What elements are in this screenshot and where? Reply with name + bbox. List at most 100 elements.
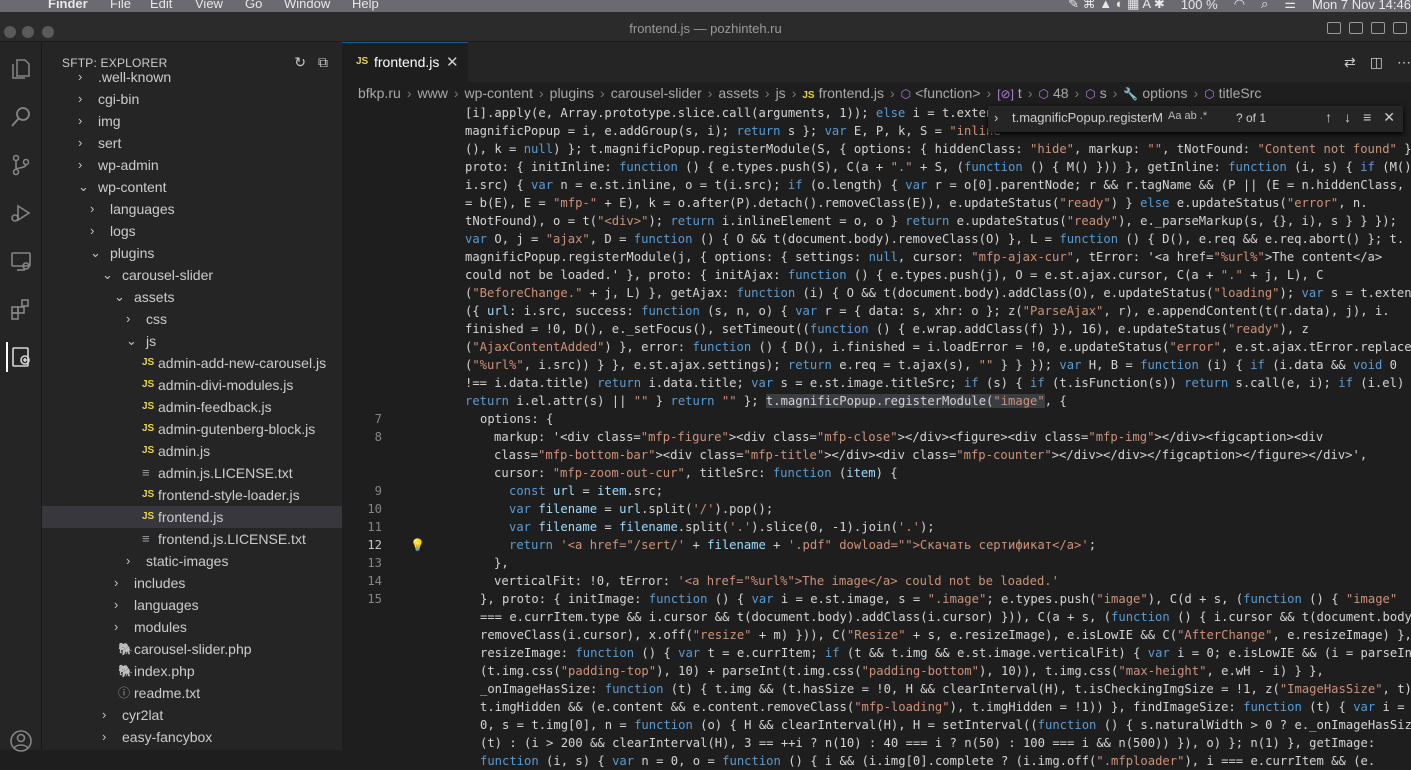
code-line[interactable]: 14 verticalFit: !0, tError: '<a href="%ur… [342, 572, 1411, 590]
code-line[interactable]: i.src) { var n = e.st.inline, o = t(i.sr… [342, 176, 1411, 194]
code-line[interactable]: could not be loaded.' }, proto: { initAj… [342, 266, 1411, 284]
more-actions-icon[interactable]: ⋯ [1397, 54, 1411, 71]
folder-item[interactable]: ⌄ carousel-slider [42, 264, 342, 286]
battery-label[interactable]: 100 % [1181, 0, 1218, 12]
code-line[interactable]: 8 markup: '<div class="mfp-figure"><div c… [342, 428, 1411, 446]
control-center-icon[interactable]: ☰ [1284, 0, 1296, 12]
find-input[interactable]: t.magnificPopup.registerModule("image" [1012, 110, 1162, 125]
menu-help[interactable]: Help [352, 0, 379, 11]
folder-item[interactable]: › languages [42, 594, 342, 616]
file-item[interactable]: 🐘 index.php [42, 660, 342, 682]
breadcrumb-item[interactable]: assets [718, 85, 758, 101]
folder-item[interactable]: ⌄ wp-content [42, 176, 342, 198]
toggle-sidebar-icon[interactable] [1327, 22, 1341, 34]
folder-item[interactable]: › cgi-bin [42, 88, 342, 110]
code-line[interactable]: ("AjaxContentAdded") }, error: function … [342, 338, 1411, 356]
menu-view[interactable]: View [195, 0, 223, 11]
code-line[interactable]: 0, s = t.img[0], n = function (o) { H &&… [342, 716, 1411, 734]
folder-item[interactable]: › css [42, 308, 342, 330]
tab-frontend-js[interactable]: JS frontend.js ✕ [342, 42, 468, 82]
file-item[interactable]: JS frontend.js [42, 506, 342, 528]
code-line[interactable]: t.imgHidden && (e.content && e.content.r… [342, 698, 1411, 716]
compare-icon[interactable]: ⇄ [1344, 54, 1356, 71]
folder-item[interactable]: › includes [42, 572, 342, 594]
breadcrumb-item[interactable]: bfkp.ru [358, 85, 401, 101]
folder-item[interactable]: › languages [42, 198, 342, 220]
folder-item[interactable]: › wp-admin [42, 154, 342, 176]
source-control-icon[interactable] [6, 150, 36, 180]
split-editor-icon[interactable]: ◫ [1370, 54, 1383, 71]
code-line[interactable]: finished = !0, D(), e._setFocus(), setTi… [342, 320, 1411, 338]
folder-item[interactable]: › img [42, 110, 342, 132]
code-line[interactable]: class="mfp-bottom-bar"><div class="mfp-t… [342, 446, 1411, 464]
file-item[interactable]: JS admin-gutenberg-block.js [42, 418, 342, 440]
menu-finder[interactable]: Finder [48, 0, 88, 11]
file-item[interactable]: ≡ admin.js.LICENSE.txt [42, 462, 342, 484]
file-item[interactable]: ≡ frontend.js.LICENSE.txt [42, 528, 342, 550]
code-line[interactable]: 12 💡 return '<a href="/sert/' + filename +… [342, 536, 1411, 554]
breadcrumb-item[interactable]: js [776, 85, 786, 101]
folder-item[interactable]: › .well-known [42, 66, 342, 88]
menu-window[interactable]: Window [284, 0, 330, 11]
menu-file[interactable]: File [110, 0, 131, 11]
file-item[interactable]: JS admin.js [42, 440, 342, 462]
breadcrumb-item[interactable]: <function> [915, 85, 980, 101]
toggle-replace-icon[interactable]: › [994, 110, 998, 125]
code-line[interactable]: tNotFound), o = t("<div>"); return i.inl… [342, 212, 1411, 230]
previous-match-icon[interactable]: ↑ [1325, 109, 1332, 126]
status-icons[interactable]: ✎ ⌘ ▲ ◐ ▦ A ✱ [1068, 0, 1165, 12]
breadcrumb-item[interactable]: frontend.js [819, 85, 884, 101]
code-line[interactable]: ({ url: i.src, success: function (s, n, … [342, 302, 1411, 320]
folder-item[interactable]: › cyr2lat [42, 704, 342, 726]
wifi-icon[interactable]: ◠ [1234, 0, 1245, 12]
run-debug-icon[interactable] [6, 198, 36, 228]
code-line[interactable]: function (i, s) { var n = 0, o = functio… [342, 752, 1411, 770]
code-line[interactable]: _onImageHasSize: function (t) { t.img &&… [342, 680, 1411, 698]
code-line[interactable]: return i.el.attr(s) || "" } return "" };… [342, 392, 1411, 410]
code-area[interactable]: [i].apply(e, Array.prototype.slice.call(… [342, 104, 1411, 770]
code-line[interactable]: removeClass(i.cursor), x.off("resize" + … [342, 626, 1411, 644]
folder-item[interactable]: ⌄ plugins [42, 242, 342, 264]
toggle-panel-icon[interactable] [1349, 22, 1363, 34]
code-line[interactable]: ("%url%", i.src)) } }, e.st.ajax.setting… [342, 356, 1411, 374]
explorer-icon[interactable] [6, 54, 36, 84]
sftp-icon[interactable] [6, 342, 36, 372]
folder-item[interactable]: › sert [42, 132, 342, 154]
code-line[interactable]: (t) : (i > 200 && clearInterval(H), 3 ==… [342, 734, 1411, 752]
next-match-icon[interactable]: ↓ [1344, 109, 1351, 126]
file-item[interactable]: 🐘 carousel-slider.php [42, 638, 342, 660]
menu-edit[interactable]: Edit [150, 0, 172, 11]
code-line[interactable]: 13}, [342, 554, 1411, 572]
breadcrumb-item[interactable]: plugins [550, 85, 594, 101]
menu-go[interactable]: Go [245, 0, 262, 11]
file-item[interactable]: JS admin-feedback.js [42, 396, 342, 418]
customize-layout-icon[interactable] [1393, 22, 1407, 34]
find-in-selection-icon[interactable]: ≡ [1363, 109, 1371, 126]
extensions-icon[interactable] [6, 294, 36, 324]
code-line[interactable]: = b(E), E = "mfp-" + E), k = o.after(P).… [342, 194, 1411, 212]
close-tab-icon[interactable]: ✕ [446, 53, 459, 71]
remote-explorer-icon[interactable] [6, 246, 36, 276]
code-line[interactable]: cursor: "mfp-zoom-out-cur", titleSrc: fu… [342, 464, 1411, 482]
code-line[interactable]: 9 const url = item.src; [342, 482, 1411, 500]
code-line[interactable]: ("BeforeChange." + j, L) }, getAjax: fun… [342, 284, 1411, 302]
code-line[interactable]: 15}, proto: { initImage: function () { v… [342, 590, 1411, 608]
file-item[interactable]: JS admin-divi-modules.js [42, 374, 342, 396]
code-line[interactable]: !== i.data.title) return i.data.title; v… [342, 374, 1411, 392]
code-line[interactable]: (t.img.css("padding-top"), 10) + parseIn… [342, 662, 1411, 680]
breadcrumb-item[interactable]: titleSrc [1219, 85, 1262, 101]
code-line[interactable]: 7 options: { [342, 410, 1411, 428]
breadcrumb-item[interactable]: www [417, 85, 447, 101]
code-line[interactable]: var O, j = "ajax", D = function () { O &… [342, 230, 1411, 248]
breadcrumb-item[interactable]: s [1100, 85, 1107, 101]
breadcrumb-item[interactable]: wp-content [465, 85, 533, 101]
folder-item[interactable]: ⌄ js [42, 330, 342, 352]
code-line[interactable]: resizeImage: function () { var t = e.cur… [342, 644, 1411, 662]
toggle-secondary-sidebar-icon[interactable] [1371, 22, 1385, 34]
folder-item[interactable]: ⌄ assets [42, 286, 342, 308]
file-item[interactable]: ⓘ readme.txt [42, 682, 342, 704]
code-line[interactable]: 10 var filename = url.split('/').pop(); [342, 500, 1411, 518]
code-line[interactable]: === e.currItem.type && i.cursor && t(doc… [342, 608, 1411, 626]
search-icon[interactable]: ⌕ [1261, 0, 1268, 12]
breadcrumb-item[interactable]: t [1018, 85, 1022, 101]
